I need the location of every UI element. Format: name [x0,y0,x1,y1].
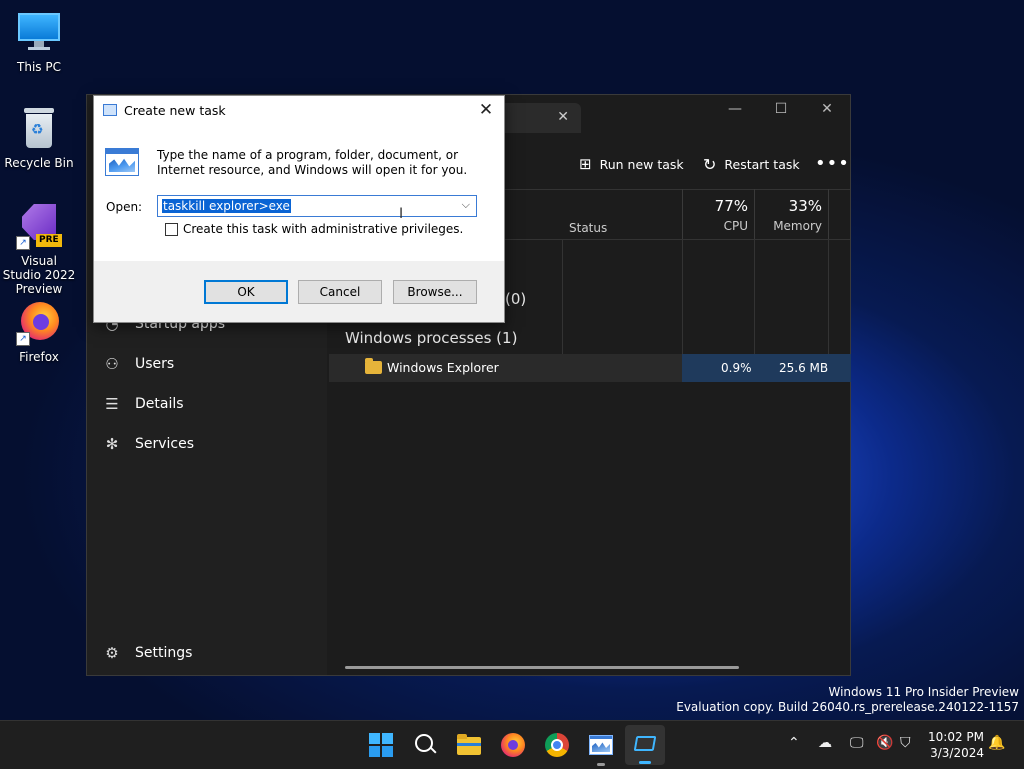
apps-group-count: (0) [505,290,527,308]
desktop-icon-this-pc[interactable]: This PC [2,10,76,74]
users-icon: ⚇ [105,355,119,373]
cancel-button[interactable]: Cancel [298,280,382,304]
open-label: Open: [106,200,143,214]
desktop-icon-label: This PC [17,60,61,74]
checkbox-label: Create this task with administrative pri… [183,222,464,236]
pre-badge: PRE [36,234,62,247]
taskbar: ⌃ ☁ 🖵 🔇 ⛉ 10:02 PM 3/3/2024 🔔 [0,720,1024,769]
watermark-line-1: Windows 11 Pro Insider Preview [828,685,1019,699]
desktop-icon-label: Visual Studio 2022 Preview [2,254,76,296]
task-manager-icon [633,736,657,751]
restart-task-label: Restart task [724,157,800,172]
more-options-icon[interactable]: ••• [815,153,850,174]
sidebar-item-label: Services [135,436,195,452]
clock-date: 3/3/2024 [930,746,984,760]
volume-muted-icon[interactable]: 🔇 [876,735,893,751]
details-list-icon: ☰ [105,395,119,413]
column-header-next[interactable] [828,189,850,239]
firefox-taskbar-icon[interactable] [500,732,526,758]
sidebar-item-label: Settings [135,645,193,661]
visual-studio-icon: PRE ↗ [16,204,62,250]
recycle-bin-icon: ♻ [16,106,62,152]
close-icon[interactable]: ✕ [476,100,496,120]
dialog-title-bar[interactable]: Create new task ✕ [94,96,504,126]
sidebar-item-users[interactable]: ⚇ Users [103,355,174,373]
desktop-icon-recycle-bin[interactable]: ♻ Recycle Bin [2,106,76,170]
sidebar-item-details[interactable]: ☰ Details [103,395,184,413]
sidebar-item-services[interactable]: ✻ Services [103,435,194,453]
minimize-icon[interactable]: — [720,101,750,117]
notification-bell-icon[interactable]: 🔔 [988,735,1005,751]
memory-label: Memory [773,219,822,233]
chevron-up-icon[interactable]: ⌃ [788,735,800,751]
column-header-status[interactable]: Status [569,221,607,235]
process-memory: 25.6 MB [779,361,829,375]
memory-percent: 33% [788,197,822,215]
desktop-icon-visual-studio[interactable]: PRE ↗ Visual Studio 2022 Preview [2,204,76,296]
restart-icon: ↻ [703,155,717,174]
horizontal-scrollbar[interactable] [345,666,739,669]
run-icon [105,148,139,176]
text-cursor-icon: I [399,206,404,222]
shortcut-arrow-icon: ↗ [16,236,30,250]
task-manager-taskbar-button[interactable] [625,725,665,765]
process-name: Windows Explorer [387,360,499,375]
process-cpu: 0.9% [721,361,752,375]
column-header-memory[interactable]: 33% Memory [754,189,828,239]
chevron-down-icon[interactable]: ⌵ [462,198,470,212]
run-window-icon [103,104,117,116]
desktop-icon-firefox[interactable]: ↗ Firefox [2,300,76,364]
clock-time: 10:02 PM [928,730,984,744]
watermark-line-2: Evaluation copy. Build 26040.rs_prerelea… [676,700,1019,714]
search-icon[interactable] [412,732,438,758]
battery-shield-icon[interactable]: ⛉ [900,735,911,751]
chrome-icon[interactable] [544,732,570,758]
desktop-icon-label: Recycle Bin [4,156,74,170]
evaluation-watermark: Windows 11 Pro Insider Preview Evaluatio… [676,685,1019,715]
close-window-icon[interactable]: ✕ [812,101,842,117]
open-combobox[interactable]: taskkill explorer>exe ⌵ [157,195,477,217]
run-app-icon[interactable] [588,732,614,766]
gear-icon: ⚙ [105,644,119,662]
system-clock[interactable]: 10:02 PM 3/3/2024 [928,729,984,761]
cloud-offline-icon[interactable]: ☁ [818,735,832,751]
shortcut-arrow-icon: ↗ [16,332,30,346]
run-new-task-button[interactable]: ⊞ Run new task [579,155,684,173]
create-new-task-dialog: Create new task ✕ Type the name of a pro… [93,95,505,323]
dialog-body: Type the name of a program, folder, docu… [94,126,504,261]
file-explorer-icon[interactable] [456,732,482,758]
sidebar-item-label: Details [135,396,184,412]
open-input-value[interactable]: taskkill explorer>exe [162,199,291,213]
sidebar-item-settings[interactable]: ⚙ Settings [103,644,192,662]
column-header-cpu[interactable]: 77% CPU [682,189,754,239]
sidebar-item-label: Users [135,356,175,372]
tab-close-icon[interactable]: ✕ [557,109,569,125]
network-icon[interactable]: 🖵 [850,735,864,751]
monitor-icon [16,10,62,56]
folder-icon [365,358,382,374]
table-row[interactable]: Windows Explorer 0.9% 25.6 MB [329,354,851,382]
dialog-description: Type the name of a program, folder, docu… [157,148,468,177]
desktop-icon-label: Firefox [19,350,59,364]
group-windows-processes[interactable]: Windows processes (1) [345,329,517,347]
firefox-icon: ↗ [16,300,62,346]
admin-privileges-checkbox[interactable]: Create this task with administrative pri… [165,222,463,236]
restart-task-button[interactable]: ↻ Restart task [703,155,800,174]
start-windows-icon[interactable] [368,732,394,758]
maximize-icon[interactable]: ☐ [766,101,796,117]
task-manager-tab[interactable]: ✕ [497,103,581,133]
ok-button[interactable]: OK [204,280,288,304]
cpu-label: CPU [723,219,748,233]
browse-button[interactable]: Browse... [393,280,477,304]
dialog-title: Create new task [124,103,226,118]
run-new-task-label: Run new task [599,156,684,172]
checkbox-box[interactable] [165,222,178,236]
cpu-percent: 77% [714,197,748,215]
services-puzzle-icon: ✻ [105,435,119,453]
run-new-task-icon: ⊞ [579,155,592,173]
